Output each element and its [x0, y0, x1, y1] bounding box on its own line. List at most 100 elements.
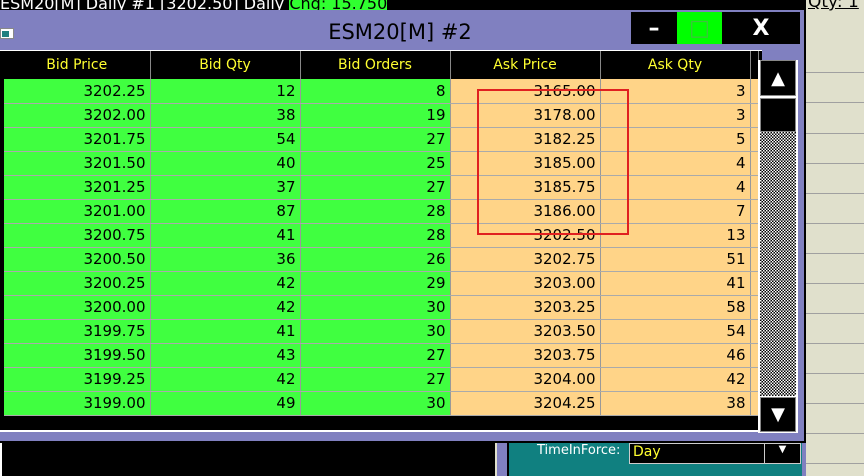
bid-orders-cell[interactable]: 27 — [300, 127, 451, 152]
bid-orders-cell[interactable]: 25 — [300, 151, 451, 176]
minimize-button[interactable]: – — [631, 12, 677, 44]
maximize-icon: □ — [689, 15, 710, 41]
bid-orders-cell[interactable]: 30 — [300, 391, 451, 416]
row-spacer — [750, 391, 759, 416]
depth-grid: Bid Price Bid Qty Bid Orders Ask Price Ask Q… — [0, 50, 762, 432]
bid-price-cell[interactable]: 3202.25 — [4, 79, 151, 104]
row-spacer — [750, 223, 759, 248]
bid-orders-cell[interactable]: 30 — [300, 295, 451, 320]
order-book-table: Bid Price Bid Qty Bid Orders Ask Price Ask Q… — [4, 51, 759, 416]
row-spacer — [750, 343, 759, 368]
bid-qty-cell[interactable]: 43 — [150, 343, 301, 368]
bid-price-cell[interactable]: 3199.75 — [4, 319, 151, 344]
bid-price-cell[interactable]: 3201.25 — [4, 175, 151, 200]
bid-price-cell[interactable]: 3199.25 — [4, 367, 151, 392]
row-spacer — [750, 151, 759, 176]
ask-qty-cell[interactable]: 38 — [600, 391, 751, 416]
bid-qty-cell[interactable]: 54 — [150, 127, 301, 152]
bid-orders-cell[interactable]: 30 — [300, 319, 451, 344]
bid-orders-cell[interactable]: 27 — [300, 343, 451, 368]
ask-price-cell[interactable]: 3203.50 — [450, 319, 601, 344]
bid-orders-cell[interactable]: 28 — [300, 223, 451, 248]
table-row: 3202.25 12 8 3165.00 3 — [4, 79, 759, 104]
table-row: 3202.00 38 19 3178.00 3 — [4, 103, 759, 128]
ask-price-cell[interactable]: 3203.75 — [450, 343, 601, 368]
close-icon: X — [752, 15, 770, 41]
scroll-down-button[interactable]: ▼ — [760, 397, 796, 432]
bid-qty-cell[interactable]: 38 — [150, 103, 301, 128]
column-header[interactable]: Bid Orders — [300, 51, 451, 79]
scrollbar[interactable]: ▲ ▼ — [758, 60, 798, 433]
bid-qty-cell[interactable]: 37 — [150, 175, 301, 200]
tif-select[interactable]: Day ▼ — [629, 443, 801, 464]
bid-price-cell[interactable]: 3199.50 — [4, 343, 151, 368]
bid-orders-cell[interactable]: 26 — [300, 247, 451, 272]
highlight-box — [477, 89, 629, 235]
bid-orders-cell[interactable]: 8 — [300, 79, 451, 104]
column-header[interactable]: Bid Qty — [150, 51, 301, 79]
order-panel: TimeInForce: Day ▼ — [497, 443, 806, 476]
bid-orders-cell[interactable]: 27 — [300, 175, 451, 200]
qty-label: Qty: 1 — [808, 0, 859, 12]
bid-qty-cell[interactable]: 42 — [150, 271, 301, 296]
ask-price-cell[interactable]: 3204.25 — [450, 391, 601, 416]
bid-qty-cell[interactable]: 36 — [150, 247, 301, 272]
scroll-up-button[interactable]: ▲ — [760, 60, 796, 96]
row-spacer — [750, 319, 759, 344]
bid-price-cell[interactable]: 3201.75 — [4, 127, 151, 152]
tif-label: TimeInForce: — [537, 443, 621, 458]
bid-qty-cell[interactable]: 12 — [150, 79, 301, 104]
scroll-thumb[interactable] — [760, 98, 796, 132]
ask-qty-cell[interactable]: 46 — [600, 343, 751, 368]
row-spacer — [750, 199, 759, 224]
column-header[interactable]: Ask Qty — [600, 51, 751, 79]
table-row: 3201.75 54 27 3182.25 5 — [4, 127, 759, 152]
bid-qty-cell[interactable]: 41 — [150, 319, 301, 344]
bid-price-cell[interactable]: 3201.50 — [4, 151, 151, 176]
bid-qty-cell[interactable]: 41 — [150, 223, 301, 248]
table-row: 3200.75 41 28 3202.50 13 — [4, 223, 759, 248]
table-row: 3200.50 36 26 3202.75 51 — [4, 247, 759, 272]
ask-price-cell[interactable]: 3203.25 — [450, 295, 601, 320]
row-spacer — [750, 175, 759, 200]
bid-price-cell[interactable]: 3200.00 — [4, 295, 151, 320]
ask-qty-cell[interactable]: 54 — [600, 319, 751, 344]
table-row: 3201.25 37 27 3185.75 4 — [4, 175, 759, 200]
table-row: 3201.50 40 25 3185.00 4 — [4, 151, 759, 176]
bid-orders-cell[interactable]: 29 — [300, 271, 451, 296]
ask-qty-cell[interactable]: 51 — [600, 247, 751, 272]
bid-qty-cell[interactable]: 87 — [150, 199, 301, 224]
bid-price-cell[interactable]: 3200.50 — [4, 247, 151, 272]
ask-price-cell[interactable]: 3203.00 — [450, 271, 601, 296]
bid-qty-cell[interactable]: 42 — [150, 367, 301, 392]
ask-price-cell[interactable]: 3202.75 — [450, 247, 601, 272]
table-row: 3199.25 42 27 3204.00 42 — [4, 367, 759, 392]
bid-orders-cell[interactable]: 28 — [300, 199, 451, 224]
scroll-track[interactable] — [760, 132, 796, 396]
chevron-down-icon[interactable]: ▼ — [764, 444, 800, 463]
close-button[interactable]: X — [722, 12, 800, 44]
row-spacer — [750, 103, 759, 128]
bid-orders-cell[interactable]: 27 — [300, 367, 451, 392]
chart-title: ESM20[M] Daily #1 [3202.50] Daily — [0, 0, 285, 10]
bid-price-cell[interactable]: 3201.00 — [4, 199, 151, 224]
maximize-button[interactable]: □ — [677, 12, 722, 44]
ask-qty-cell[interactable]: 42 — [600, 367, 751, 392]
ask-price-cell[interactable]: 3204.00 — [450, 367, 601, 392]
ask-qty-cell[interactable]: 58 — [600, 295, 751, 320]
arrow-down-icon: ▼ — [771, 404, 785, 425]
header-spacer — [750, 51, 759, 79]
bid-orders-cell[interactable]: 19 — [300, 103, 451, 128]
bid-price-cell[interactable]: 3199.00 — [4, 391, 151, 416]
bid-price-cell[interactable]: 3200.75 — [4, 223, 151, 248]
bid-price-cell[interactable]: 3200.25 — [4, 271, 151, 296]
row-spacer — [750, 271, 759, 296]
bid-price-cell[interactable]: 3202.00 — [4, 103, 151, 128]
column-header[interactable]: Bid Price — [4, 51, 151, 79]
table-row: 3199.00 49 30 3204.25 38 — [4, 391, 759, 416]
bid-qty-cell[interactable]: 42 — [150, 295, 301, 320]
bid-qty-cell[interactable]: 40 — [150, 151, 301, 176]
bid-qty-cell[interactable]: 49 — [150, 391, 301, 416]
column-header[interactable]: Ask Price — [450, 51, 601, 79]
ask-qty-cell[interactable]: 41 — [600, 271, 751, 296]
